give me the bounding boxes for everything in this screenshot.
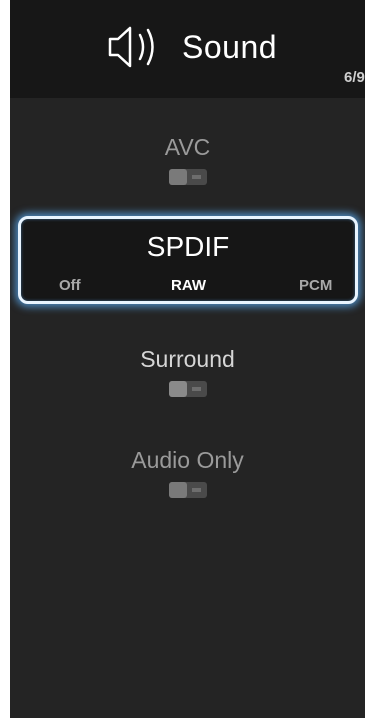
- speaker-icon: [106, 24, 174, 70]
- surround-toggle[interactable]: [168, 381, 207, 397]
- spdif-option-pcm[interactable]: PCM: [299, 277, 332, 294]
- page-indicator: 6/9: [344, 69, 365, 86]
- menu-item-avc[interactable]: AVC: [10, 134, 365, 185]
- menu-item-surround[interactable]: Surround: [10, 346, 365, 397]
- page-title: Sound: [182, 28, 278, 65]
- audio-only-toggle[interactable]: [168, 482, 207, 498]
- audio-only-label: Audio Only: [131, 447, 244, 473]
- menu-item-spdif[interactable]: SPDIF Off RAW PCM: [18, 216, 358, 304]
- avc-toggle-slot: [191, 175, 201, 179]
- surround-toggle-knob: [168, 381, 187, 397]
- audio-only-toggle-slot: [191, 488, 201, 492]
- sound-settings-screen: Sound 6/9 AVC SPDIF Off RAW PCM Surround…: [10, 0, 365, 718]
- audio-only-toggle-knob: [168, 482, 187, 498]
- spdif-label: SPDIF: [146, 231, 230, 262]
- avc-toggle[interactable]: [168, 169, 207, 185]
- title-group: Sound: [106, 22, 277, 72]
- avc-toggle-knob: [168, 169, 187, 185]
- spdif-option-off[interactable]: Off: [59, 277, 81, 294]
- spdif-option-raw[interactable]: RAW: [171, 277, 206, 294]
- menu-item-audio-only[interactable]: Audio Only: [10, 447, 365, 498]
- surround-label: Surround: [140, 346, 235, 372]
- header-bar: Sound 6/9: [10, 0, 365, 98]
- avc-label: AVC: [164, 134, 211, 160]
- surround-toggle-slot: [191, 387, 201, 391]
